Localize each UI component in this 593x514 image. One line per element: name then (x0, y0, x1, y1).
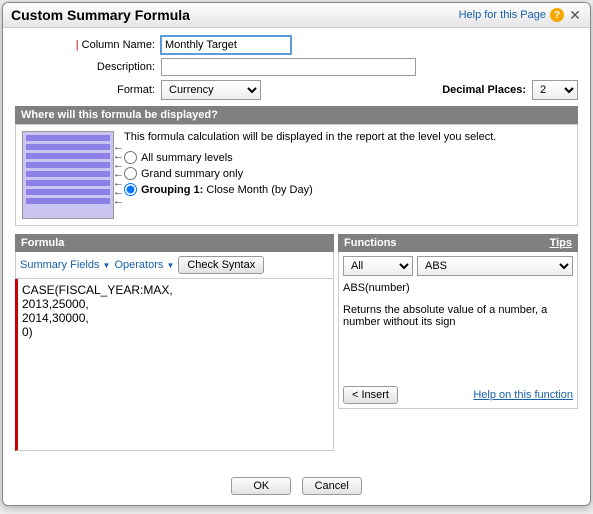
radio-grouping-1[interactable] (124, 183, 137, 196)
help-function-link[interactable]: Help on this function (473, 389, 573, 401)
close-icon[interactable]: ✕ (568, 8, 582, 22)
column-name-label: | Column Name: (15, 39, 155, 51)
format-label: Format: (15, 84, 155, 96)
radio-grand-summary[interactable] (124, 167, 137, 180)
radio-all-levels[interactable] (124, 151, 137, 164)
custom-summary-formula-dialog: Custom Summary Formula Help for this Pag… (2, 2, 591, 506)
formula-header: Formula (15, 234, 334, 252)
function-description: ABS(number) Returns the absolute value o… (343, 282, 573, 378)
radio-all-levels-label: All summary levels (141, 152, 233, 164)
check-syntax-button[interactable]: Check Syntax (178, 256, 264, 274)
radio-grouping-1-label: Grouping 1: Close Month (by Day) (141, 184, 313, 196)
display-intro: This formula calculation will be display… (124, 131, 496, 143)
insert-button[interactable]: < Insert (343, 386, 398, 404)
column-name-input[interactable] (161, 36, 291, 54)
grouping-thumbnail (22, 131, 114, 219)
formula-textarea[interactable]: CASE(FISCAL_YEAR:MAX, 2013,25000, 2014,3… (15, 279, 334, 451)
display-section-header: Where will this formula be displayed? (15, 106, 578, 124)
dialog-title: Custom Summary Formula (11, 7, 190, 23)
format-select[interactable]: Currency (161, 80, 261, 100)
decimals-label: Decimal Places: (442, 84, 526, 96)
radio-grand-summary-label: Grand summary only (141, 168, 243, 180)
decimals-select[interactable]: 2 (532, 80, 578, 100)
help-icon[interactable]: ? (550, 8, 564, 22)
ok-button[interactable]: OK (231, 477, 291, 495)
cancel-button[interactable]: Cancel (302, 477, 362, 495)
titlebar: Custom Summary Formula Help for this Pag… (3, 3, 590, 28)
display-section: This formula calculation will be display… (15, 124, 578, 226)
formula-toolbar: Summary Fields ▼ Operators ▼ Check Synta… (15, 252, 334, 279)
function-select[interactable]: ABS (417, 256, 573, 276)
description-label: Description: (15, 61, 155, 73)
tips-link[interactable]: Tips (550, 237, 572, 249)
chevron-down-icon: ▼ (103, 261, 111, 270)
description-input[interactable] (161, 58, 416, 76)
function-category-select[interactable]: All (343, 256, 413, 276)
chevron-down-icon: ▼ (166, 261, 174, 270)
operators-menu[interactable]: Operators ▼ (114, 259, 174, 271)
functions-header: FunctionsTips (338, 234, 578, 252)
summary-fields-menu[interactable]: Summary Fields ▼ (20, 259, 110, 271)
help-page-link[interactable]: Help for this Page (459, 9, 546, 21)
dialog-footer: OK Cancel (3, 466, 590, 505)
